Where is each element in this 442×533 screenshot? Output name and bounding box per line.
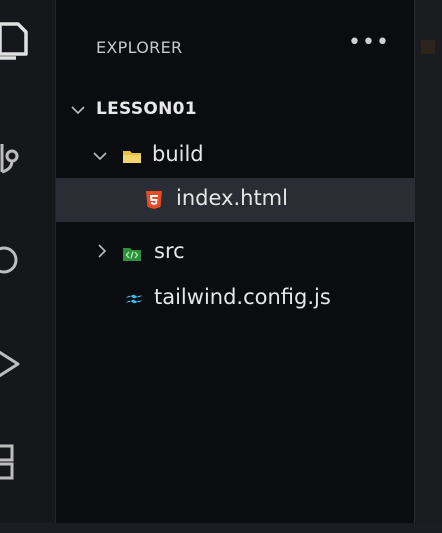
html-file-icon: [144, 190, 164, 210]
search-icon[interactable]: [0, 238, 30, 282]
explorer-title: EXPLORER: [96, 38, 183, 57]
editor-edge: [414, 0, 442, 533]
chevron-right-icon: [94, 243, 110, 259]
folder-open-icon: [122, 146, 142, 166]
root-folder-label: LESSON01: [96, 99, 197, 119]
tailwind-icon: [124, 289, 144, 309]
status-bar-strip: [0, 523, 442, 533]
run-debug-icon[interactable]: [0, 342, 30, 386]
activity-bar: [0, 0, 56, 533]
files-icon[interactable]: [0, 18, 30, 62]
tree-root-lesson01[interactable]: LESSON01: [56, 88, 414, 132]
extensions-icon[interactable]: [0, 440, 30, 484]
chevron-down-icon: [92, 148, 108, 164]
folder-label: src: [154, 239, 185, 263]
file-label: index.html: [176, 186, 288, 210]
editor-tab-fragment: [421, 40, 435, 54]
src-folder-icon: [122, 243, 142, 263]
tree-item-tailwind-config[interactable]: tailwind.config.js: [56, 277, 414, 321]
folder-label: build: [152, 142, 204, 166]
more-actions-button[interactable]: •••: [348, 30, 389, 60]
tree-item-src[interactable]: src: [56, 231, 414, 275]
tree-item-index-html[interactable]: index.html: [56, 178, 414, 222]
source-control-icon[interactable]: [0, 136, 30, 180]
tree-item-build[interactable]: build: [56, 134, 414, 178]
explorer-panel: EXPLORER ••• LESSON01 build index.html s…: [56, 0, 414, 533]
chevron-down-icon: [70, 102, 86, 118]
file-label: tailwind.config.js: [154, 285, 331, 309]
